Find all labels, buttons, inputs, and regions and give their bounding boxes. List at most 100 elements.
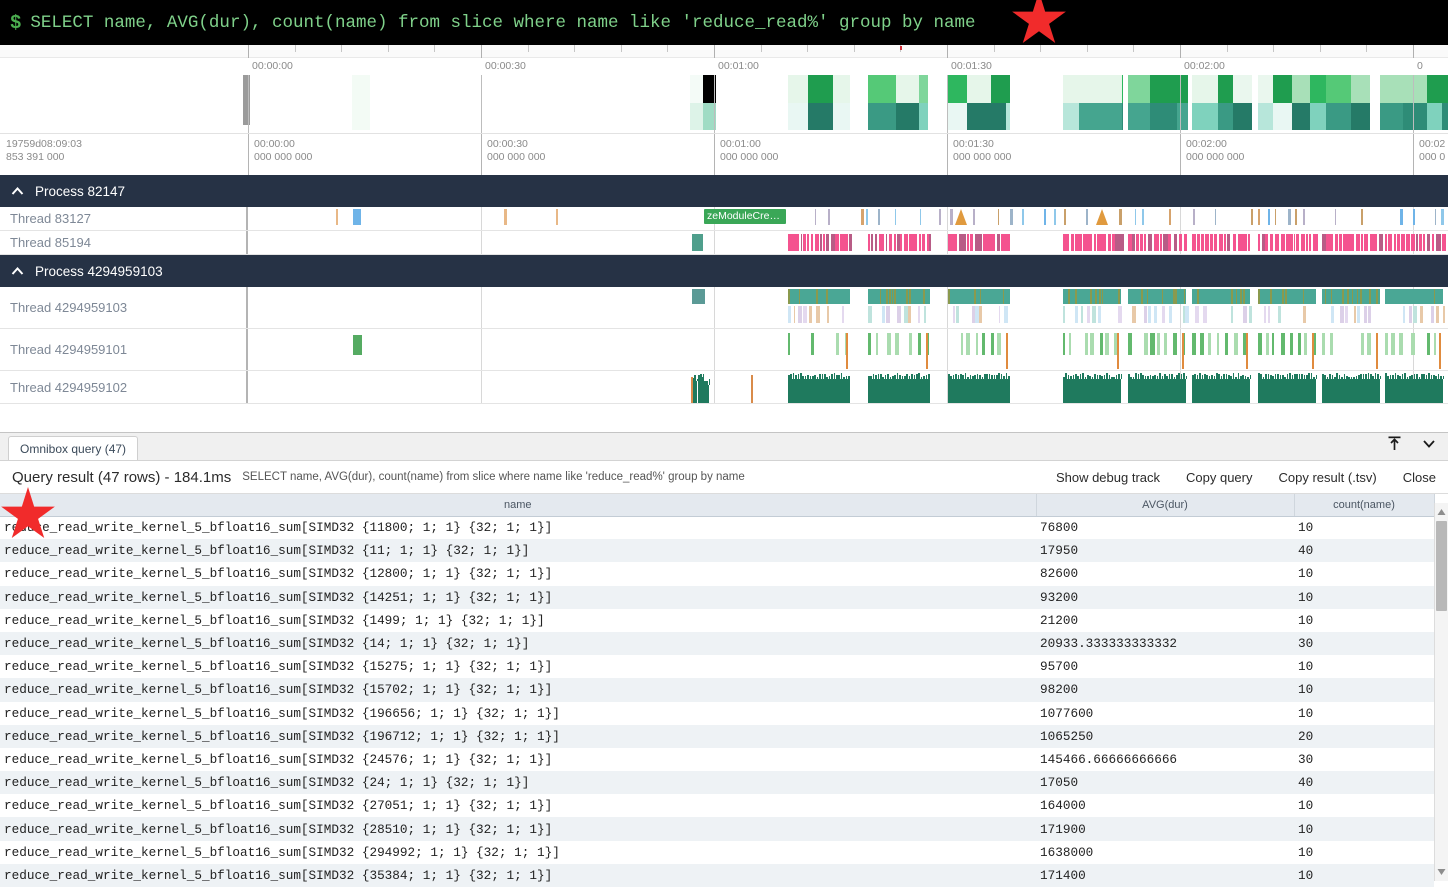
counter-spike[interactable] — [1199, 373, 1201, 379]
process-group-header[interactable]: Process 4294959103 — [0, 255, 1448, 287]
slice[interactable] — [1071, 234, 1074, 251]
slice[interactable] — [923, 289, 925, 304]
counter-spike[interactable] — [1226, 374, 1228, 379]
slice[interactable] — [1236, 289, 1238, 304]
counter-spike[interactable] — [1289, 373, 1291, 379]
counter-spike[interactable] — [1433, 375, 1435, 379]
counter-spike[interactable] — [1247, 377, 1249, 379]
counter-spike[interactable] — [1272, 376, 1274, 379]
counter-spike[interactable] — [1280, 375, 1282, 379]
slice[interactable] — [1331, 306, 1334, 323]
slice[interactable] — [1217, 333, 1220, 355]
slice[interactable] — [1144, 234, 1146, 251]
counter-spike[interactable] — [887, 374, 889, 379]
slice-block[interactable] — [1063, 289, 1121, 304]
counter-spike[interactable] — [1159, 373, 1161, 379]
counter-spike[interactable] — [1118, 374, 1120, 379]
slice[interactable] — [1197, 234, 1200, 251]
slice[interactable] — [1249, 306, 1253, 323]
slice[interactable] — [1427, 234, 1430, 251]
counter-spike[interactable] — [1334, 377, 1336, 379]
counter-spike[interactable] — [1245, 376, 1247, 379]
slice[interactable] — [823, 234, 825, 251]
table-row[interactable]: reduce_read_write_kernel_5_bfloat16_sum[… — [0, 655, 1434, 678]
counter-spike[interactable] — [1377, 374, 1379, 379]
slice[interactable] — [1351, 234, 1354, 251]
counter-spike[interactable] — [1003, 376, 1005, 379]
table-row[interactable]: reduce_read_write_kernel_5_bfloat16_sum[… — [0, 771, 1434, 794]
counter-spike[interactable] — [880, 374, 882, 379]
slice[interactable] — [1385, 333, 1388, 355]
counter-spike[interactable] — [1306, 375, 1308, 379]
slice[interactable] — [794, 306, 796, 323]
counter-spike[interactable] — [1392, 375, 1394, 379]
counter-spike[interactable] — [1006, 373, 1008, 379]
slice[interactable] — [1144, 306, 1147, 323]
slice[interactable] — [1303, 306, 1306, 323]
counter-spike[interactable] — [962, 375, 964, 379]
counter-spike[interactable] — [899, 375, 901, 379]
counter-spike[interactable] — [955, 374, 957, 379]
slice[interactable] — [1233, 234, 1236, 251]
slice[interactable] — [1157, 333, 1159, 355]
slice[interactable] — [1006, 333, 1008, 369]
counter-spike[interactable] — [834, 373, 836, 379]
counter-spike[interactable] — [1348, 377, 1350, 379]
slice[interactable] — [1105, 333, 1109, 355]
counter-spike[interactable] — [817, 377, 819, 379]
slice[interactable] — [846, 333, 848, 369]
slice[interactable] — [1090, 333, 1093, 355]
counter-spike[interactable] — [1073, 375, 1075, 379]
counter-spike[interactable] — [1063, 377, 1065, 379]
slice[interactable] — [844, 234, 848, 251]
counter-spike[interactable] — [1258, 373, 1260, 379]
slice[interactable] — [1442, 234, 1446, 251]
slice[interactable] — [1364, 306, 1367, 323]
track-shell[interactable]: Thread 85194 — [0, 231, 248, 254]
slice[interactable] — [966, 333, 969, 355]
slice[interactable] — [1282, 289, 1284, 304]
counter-spike[interactable] — [1287, 374, 1289, 379]
slice[interactable] — [1357, 306, 1361, 323]
slice[interactable] — [1346, 234, 1350, 251]
counter-spike[interactable] — [1336, 373, 1338, 379]
counter-spike[interactable] — [994, 375, 996, 379]
slice[interactable] — [948, 289, 950, 304]
slice[interactable] — [1090, 289, 1092, 304]
counter-spike[interactable] — [904, 376, 906, 379]
track-shell[interactable]: Thread 83127 — [0, 207, 248, 230]
counter-spike[interactable] — [1221, 376, 1223, 379]
counter-spike[interactable] — [798, 374, 800, 379]
details-panel[interactable]: Omnibox query (47) Query result (47 rows… — [0, 432, 1448, 881]
counter-spike[interactable] — [1211, 375, 1213, 379]
slice[interactable] — [1295, 209, 1297, 225]
slice[interactable] — [900, 234, 903, 251]
counter-spike[interactable] — [1075, 374, 1077, 379]
slice[interactable] — [926, 333, 928, 369]
slice[interactable] — [1069, 333, 1072, 355]
counter-spike[interactable] — [1181, 374, 1183, 379]
table-row[interactable]: reduce_read_write_kernel_5_bfloat16_sum[… — [0, 609, 1434, 632]
slice[interactable] — [918, 306, 920, 323]
slice[interactable] — [1054, 209, 1056, 225]
counter-spike[interactable] — [1135, 373, 1137, 379]
slice[interactable] — [809, 306, 812, 323]
counter-spike[interactable] — [1070, 376, 1072, 379]
slice[interactable] — [798, 306, 802, 323]
counter-spike[interactable] — [1065, 373, 1067, 379]
table-row[interactable]: reduce_read_write_kernel_5_bfloat16_sum[… — [0, 539, 1434, 562]
counter-spike[interactable] — [906, 374, 908, 379]
slice[interactable] — [837, 234, 839, 251]
slice[interactable] — [815, 209, 817, 225]
counter-spike[interactable] — [822, 374, 824, 379]
slice[interactable] — [991, 333, 994, 355]
slice[interactable] — [1240, 289, 1242, 304]
slice[interactable] — [1132, 306, 1136, 323]
slice[interactable] — [1441, 209, 1444, 225]
track-canvas[interactable]: zeModuleCre… — [248, 207, 1448, 230]
slice[interactable] — [1140, 234, 1143, 251]
counter-spike[interactable] — [1404, 373, 1406, 379]
counter-spike[interactable] — [1426, 375, 1428, 379]
slice[interactable] — [879, 234, 883, 251]
counter-spike[interactable] — [991, 375, 993, 379]
